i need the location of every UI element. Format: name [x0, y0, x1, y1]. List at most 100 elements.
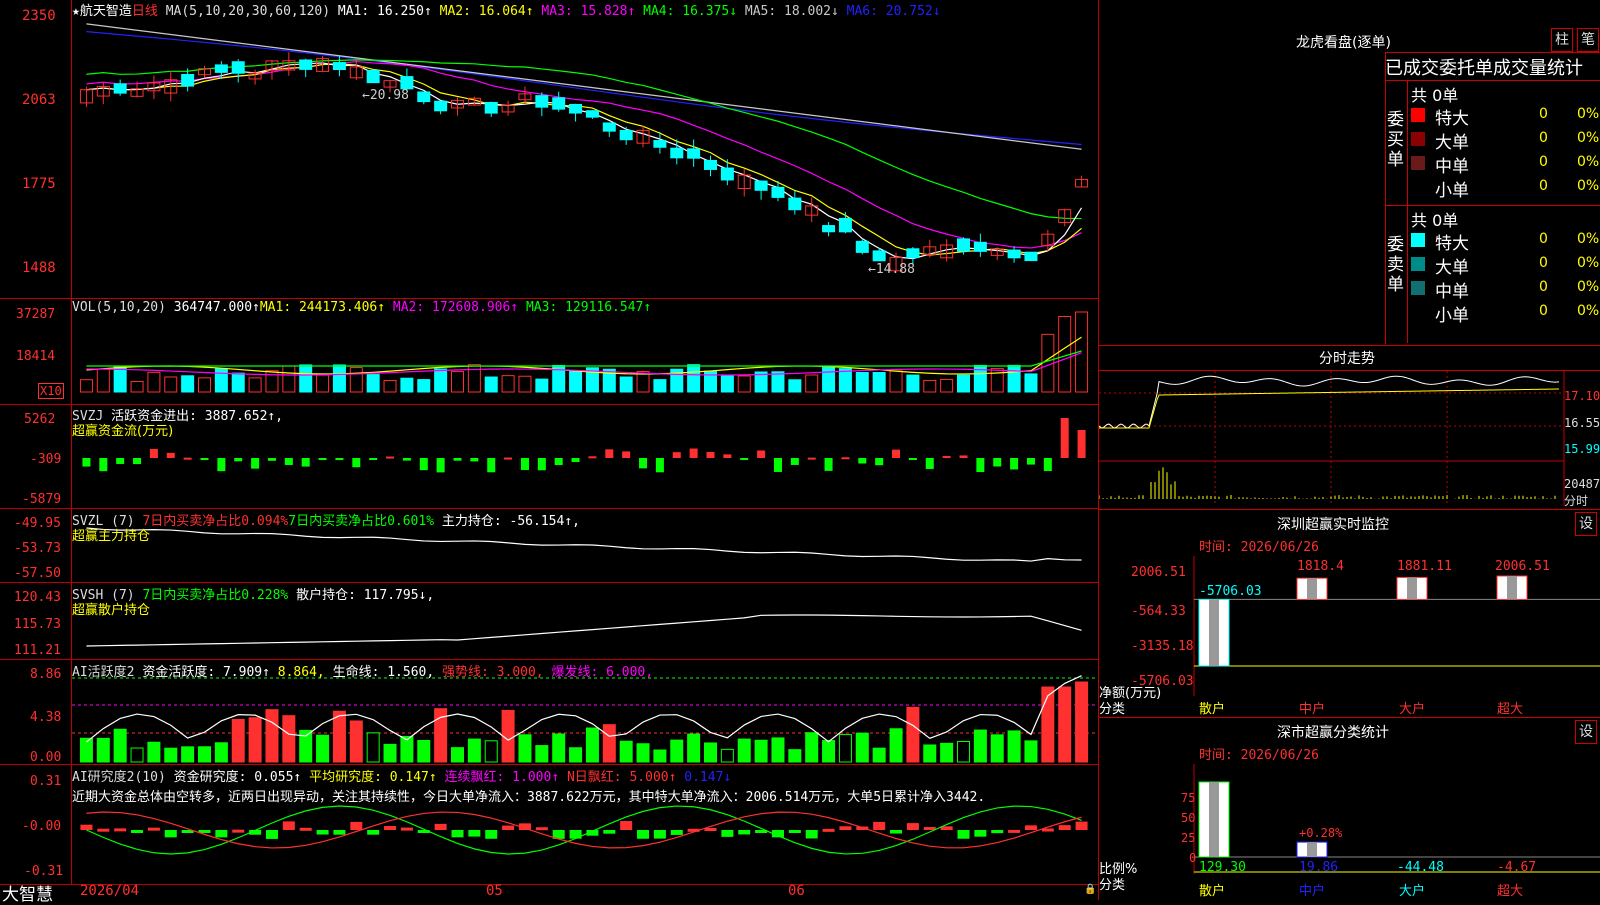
activity-bar	[214, 742, 228, 763]
ma1-line	[86, 62, 1083, 260]
research-bar	[434, 823, 447, 830]
volume-bar	[299, 364, 313, 393]
volume-bar	[990, 367, 1004, 393]
candle	[198, 65, 211, 79]
date-label: 05	[486, 883, 503, 899]
class-cat: 中户	[1299, 884, 1326, 899]
activity-bar	[484, 740, 498, 763]
y-tick: -53.73	[14, 541, 61, 556]
ma1-value: MA1: 16.250↑	[337, 4, 432, 19]
svzj-bar	[740, 458, 749, 460]
activity-bar	[147, 741, 161, 763]
period-label[interactable]: 日线	[132, 4, 158, 19]
monitor-bar	[1496, 575, 1528, 600]
order-count: 0	[1539, 303, 1548, 319]
monitor-cat: 大户	[1399, 702, 1426, 717]
svsh-line	[86, 614, 1082, 647]
monitor-settings-button[interactable]: 设	[1575, 512, 1597, 536]
candle-body	[670, 147, 684, 159]
class-settings-button[interactable]: 设	[1575, 720, 1597, 744]
divider	[1099, 717, 1600, 718]
candle	[1024, 251, 1038, 262]
ai1-b: 8.864,	[277, 665, 325, 680]
svzj-bar	[588, 456, 597, 459]
volume-bar	[467, 364, 481, 393]
class-unit2: 分类	[1099, 878, 1126, 893]
volume-bar	[400, 377, 414, 393]
research-bar	[215, 830, 228, 838]
lock-icon[interactable]: 🔒	[1084, 884, 1096, 895]
ts-unit: 分时	[1564, 494, 1589, 508]
lhkp-subtitle: 已成交委托单成交量统计	[1385, 58, 1583, 79]
intraday-chart[interactable]	[1099, 371, 1600, 511]
class-value: 129.30	[1199, 860, 1246, 875]
vol-value: 364747.000↑	[173, 300, 260, 315]
candle	[619, 126, 633, 145]
volume-bar	[805, 374, 819, 393]
svsh-subtitle: 超赢散户持仓	[72, 603, 151, 618]
volume-bar	[1024, 373, 1038, 393]
svzj-bar	[672, 452, 681, 458]
activity-bar	[349, 720, 363, 763]
ma5-value: MA5: 18.002↓	[744, 4, 839, 19]
favorite-star-icon[interactable]: ★	[72, 4, 80, 19]
activity-bar	[923, 744, 937, 763]
candle	[434, 100, 448, 115]
volume-bar	[451, 370, 464, 393]
activity-bar	[1058, 686, 1072, 763]
research-bar	[1024, 825, 1037, 830]
candle	[838, 212, 852, 234]
research-bar	[721, 830, 734, 837]
sell-total: 共 0单	[1411, 211, 1459, 230]
candle-body	[602, 122, 616, 132]
candle	[720, 159, 734, 186]
activity-bar	[113, 728, 127, 763]
research-bar	[906, 823, 919, 830]
monitor-bar	[1396, 576, 1428, 600]
research-bar	[620, 821, 633, 830]
volume-bar	[198, 377, 211, 393]
order-percent: 0%	[1577, 303, 1600, 319]
activity-bar	[130, 747, 144, 763]
volume-bar	[788, 379, 802, 393]
volume-chart	[79, 311, 1089, 393]
volume-bar	[231, 372, 245, 393]
tick-mode-button[interactable]: 笔	[1577, 28, 1599, 52]
svzj-bar	[875, 458, 884, 466]
class-bar	[1296, 841, 1328, 858]
order-count: 0	[1539, 178, 1548, 194]
y-tick: 0.31	[30, 774, 62, 789]
volume-bar	[889, 370, 903, 393]
svzj-bar	[773, 458, 782, 472]
monitor-bar-shade	[1209, 599, 1219, 666]
ai2-e: 0.147↓	[684, 770, 732, 785]
candle	[484, 101, 498, 117]
monitor-y-tick: -3135.18	[1131, 639, 1194, 654]
research-bar	[653, 830, 666, 839]
activity-bar	[619, 740, 633, 763]
svzj-bar	[537, 458, 546, 471]
svsh-a: 7日内买卖净占比0.228%	[142, 588, 289, 603]
candle	[923, 239, 937, 258]
svzj-bar	[470, 458, 479, 462]
bar-mode-button[interactable]: 柱	[1551, 28, 1573, 52]
candle-body	[484, 101, 498, 114]
order-percent: 0%	[1577, 106, 1600, 122]
activity-bar	[788, 749, 802, 763]
y-tick: 2063	[22, 92, 56, 108]
candle	[788, 190, 802, 215]
order-percent: 0%	[1577, 154, 1600, 170]
divider	[1385, 80, 1600, 81]
order-row: 小单 0 0%	[1411, 176, 1600, 201]
monitor-value: 1818.4	[1297, 559, 1344, 574]
class-bar-shade	[1307, 842, 1317, 857]
monitor-unit2: 分类	[1099, 702, 1126, 717]
order-type-label: 特大	[1435, 109, 1469, 129]
vol-ma1: MA1: 244173.406↑	[259, 300, 386, 315]
volume-bar	[872, 372, 886, 393]
y-tick: 0.00	[30, 750, 62, 765]
activity-bar	[855, 732, 869, 763]
volume-bar	[535, 378, 549, 393]
candle	[1007, 246, 1021, 263]
activity-bar	[636, 743, 650, 763]
